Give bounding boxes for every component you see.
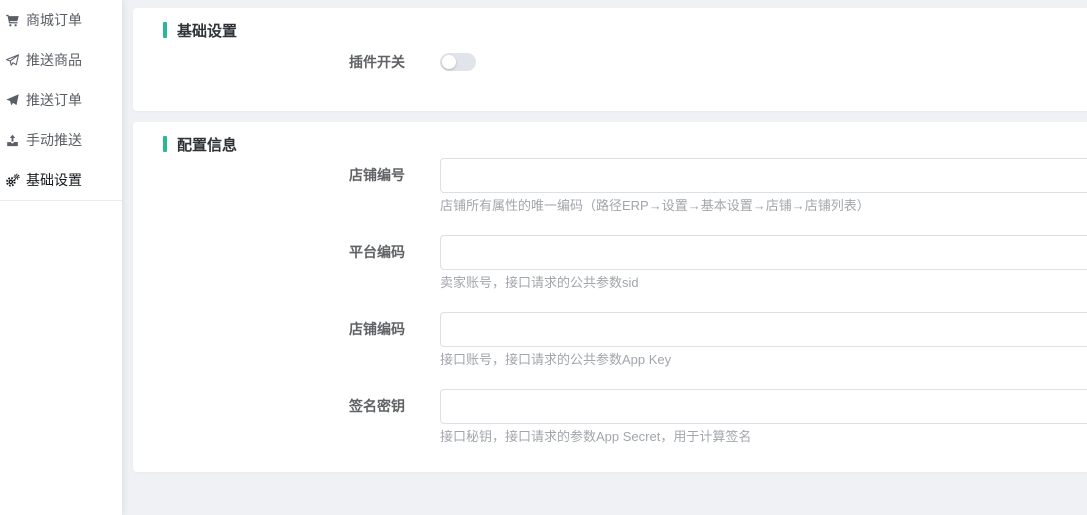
section-title-text: 基础设置 — [177, 20, 237, 41]
plugin-switch-row: 插件开关 — [133, 53, 1087, 71]
basic-settings-card: 基础设置 插件开关 — [133, 8, 1087, 111]
sidebar-item-label: 推送订单 — [26, 90, 82, 110]
config-info-card: 配置信息 店铺编号 店铺所有属性的唯一编码（路径ERP→设置→基本设置→店铺→店… — [133, 122, 1087, 472]
cart-icon — [5, 13, 20, 28]
sidebar: 商城订单 推送商品 推送订单 — [0, 0, 122, 515]
shop-code-hint: 接口账号，接口请求的公共参数App Key — [440, 352, 1087, 368]
sign-secret-hint: 接口秘钥，接口请求的参数App Secret，用于计算签名 — [440, 429, 1087, 445]
title-accent-bar — [163, 22, 167, 38]
platform-code-label: 平台编码 — [133, 235, 440, 291]
section-title-text: 配置信息 — [177, 134, 237, 155]
sidebar-item-manual-push[interactable]: 手动推送 — [0, 120, 122, 160]
shop-code-input[interactable] — [440, 312, 1087, 347]
sidebar-item-basic-settings[interactable]: 基础设置 — [0, 160, 122, 200]
title-accent-bar — [163, 136, 167, 152]
sidebar-item-push-orders[interactable]: 推送订单 — [0, 80, 122, 120]
sidebar-item-label: 基础设置 — [26, 170, 82, 190]
platform-code-hint: 卖家账号，接口请求的公共参数sid — [440, 275, 1087, 291]
sidebar-item-label: 推送商品 — [26, 50, 82, 70]
sign-secret-input[interactable] — [440, 389, 1087, 424]
shop-code-label: 店铺编码 — [133, 312, 440, 368]
config-info-title: 配置信息 — [163, 122, 1087, 152]
field-row-platform-code: 平台编码 卖家账号，接口请求的公共参数sid — [133, 235, 1087, 291]
gears-icon — [5, 173, 20, 188]
field-row-shop-code: 店铺编码 接口账号，接口请求的公共参数App Key — [133, 312, 1087, 368]
switch-knob — [442, 55, 456, 69]
page: 商城订单 推送商品 推送订单 — [0, 0, 1087, 515]
basic-settings-title: 基础设置 — [163, 8, 1087, 38]
field-row-sign-secret: 签名密钥 接口秘钥，接口请求的参数App Secret，用于计算签名 — [133, 389, 1087, 445]
paper-plane-outline-icon — [5, 53, 20, 68]
sidebar-menu: 商城订单 推送商品 推送订单 — [0, 0, 122, 201]
platform-code-input[interactable] — [440, 235, 1087, 270]
config-form: 店铺编号 店铺所有属性的唯一编码（路径ERP→设置→基本设置→店铺→店铺列表） … — [133, 158, 1087, 445]
main-content: 基础设置 插件开关 配置信息 店铺编号 店铺所有属性的唯一编码（路径ER — [122, 0, 1087, 515]
sidebar-item-label: 手动推送 — [26, 130, 82, 150]
sidebar-item-mall-orders[interactable]: 商城订单 — [0, 0, 122, 40]
plugin-switch-toggle[interactable] — [440, 53, 476, 71]
sidebar-item-push-products[interactable]: 推送商品 — [0, 40, 122, 80]
shop-number-label: 店铺编号 — [133, 158, 440, 214]
sign-secret-label: 签名密钥 — [133, 389, 440, 445]
shop-number-hint: 店铺所有属性的唯一编码（路径ERP→设置→基本设置→店铺→店铺列表） — [440, 198, 1087, 214]
upload-icon — [5, 133, 20, 148]
field-row-shop-number: 店铺编号 店铺所有属性的唯一编码（路径ERP→设置→基本设置→店铺→店铺列表） — [133, 158, 1087, 214]
shop-number-input[interactable] — [440, 158, 1087, 193]
plugin-switch-label: 插件开关 — [133, 53, 440, 71]
sidebar-item-label: 商城订单 — [26, 10, 82, 30]
paper-plane-filled-icon — [5, 93, 20, 108]
